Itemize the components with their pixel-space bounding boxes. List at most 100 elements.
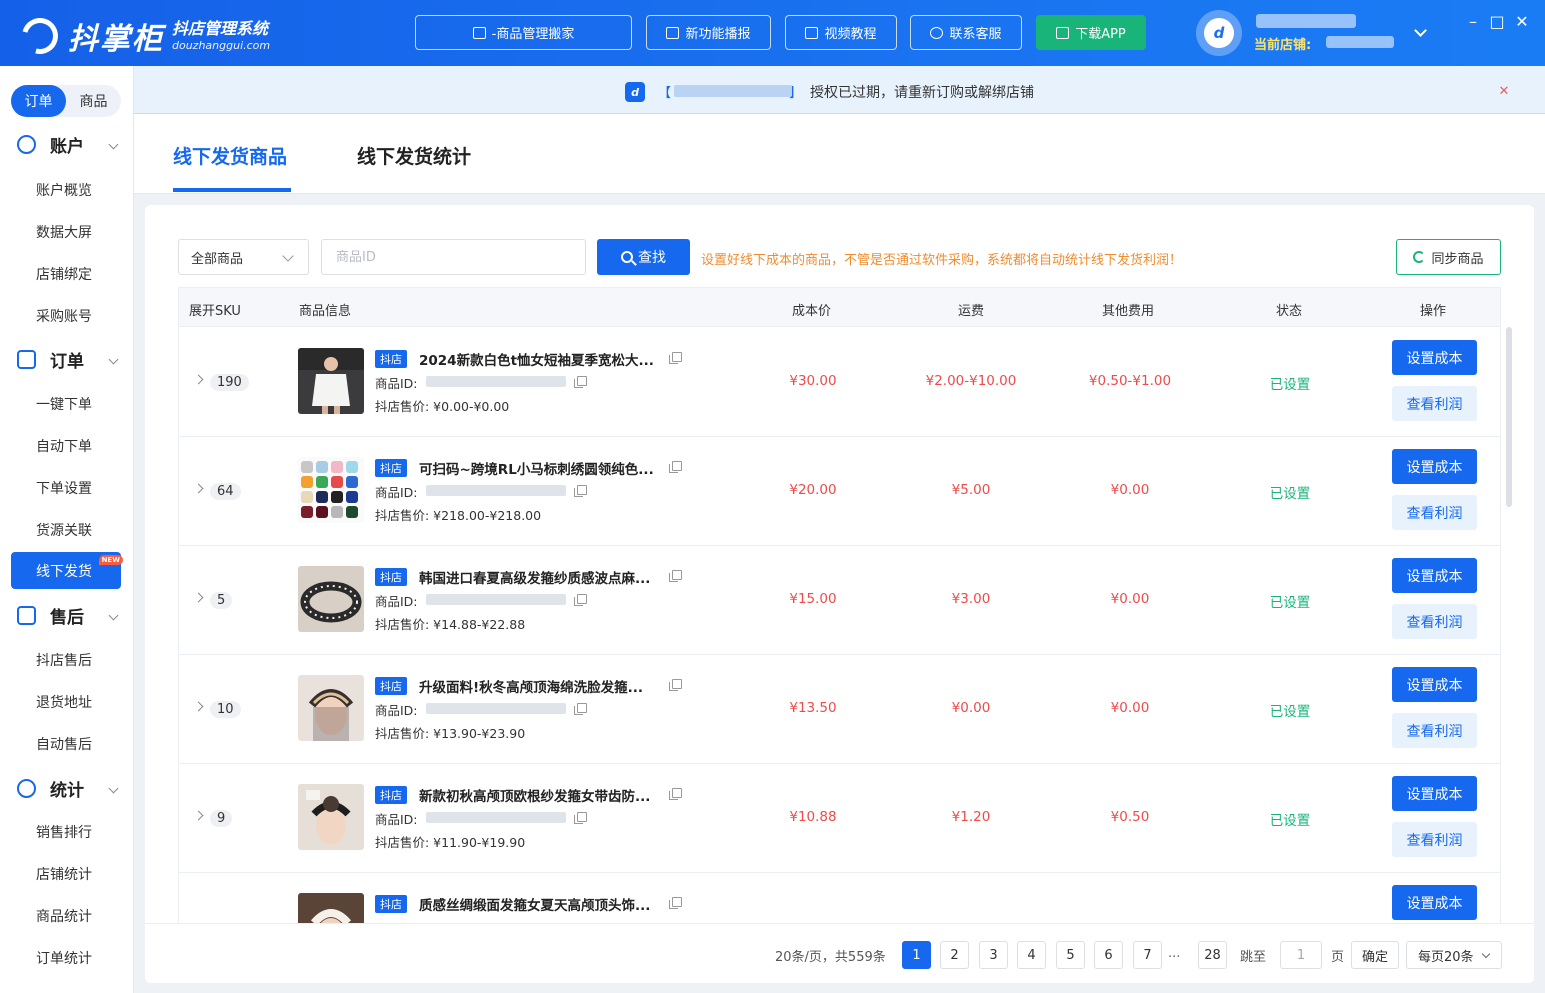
copy-icon[interactable] <box>574 703 587 715</box>
status-badge: 已设置 <box>1269 377 1311 393</box>
set-cost-button[interactable]: 设置成本 <box>1392 776 1477 811</box>
sidebar-item-return-address[interactable]: 退货地址 <box>36 692 92 712</box>
page-last[interactable]: 28 <box>1198 941 1227 969</box>
copy-icon[interactable] <box>669 461 682 473</box>
sidebar-item-data-screen[interactable]: 数据大屏 <box>36 222 92 242</box>
view-profit-button[interactable]: 查看利润 <box>1392 604 1477 639</box>
page-7[interactable]: 7 <box>1133 941 1162 969</box>
view-profit-button[interactable]: 查看利润 <box>1392 822 1477 857</box>
sidebar-item-shop-after-sales[interactable]: 抖店售后 <box>36 650 92 670</box>
shop-price: 抖店售价: ¥11.90-¥19.90 <box>375 835 526 850</box>
product-id-label: 商品ID: <box>375 485 418 500</box>
product-title[interactable]: 质感丝绸缎面发箍女夏天高颅顶头饰... <box>419 894 659 914</box>
product-title[interactable]: 升级面料!秋冬高颅顶海绵洗脸发箍... <box>419 676 659 696</box>
copy-icon[interactable] <box>574 485 587 497</box>
sidebar-section-after-sales[interactable]: 售后 <box>0 601 134 629</box>
new-features-button[interactable]: 新功能播报 <box>646 15 771 50</box>
sidebar-item-auto-after-sales[interactable]: 自动售后 <box>36 734 92 754</box>
maximize-icon[interactable]: □ <box>1488 12 1506 31</box>
table-row: 10 抖店 升级面料!秋冬高颅顶海绵洗脸发箍... 商品ID: 抖店售价: ¥1… <box>179 654 1500 764</box>
set-cost-button[interactable]: 设置成本 <box>1392 667 1477 702</box>
sidebar-section-statistics[interactable]: 统计 <box>0 774 134 802</box>
product-title[interactable]: 可扫码~跨境RL小马标刺绣圆领纯色... <box>419 458 659 478</box>
sidebar-item-sales-ranking[interactable]: 销售排行 <box>36 822 92 842</box>
set-cost-button[interactable]: 设置成本 <box>1392 449 1477 484</box>
copy-icon[interactable] <box>669 352 682 364</box>
contact-support-button[interactable]: 联系客服 <box>910 15 1022 50</box>
sidebar-item-product-stats[interactable]: 商品统计 <box>36 906 92 926</box>
close-icon[interactable]: ✕ <box>1513 12 1531 31</box>
sync-products-button[interactable]: 同步商品 <box>1396 239 1501 275</box>
sidebar-item-shop-stats[interactable]: 店铺统计 <box>36 864 92 884</box>
sidebar-item-offline-shipping[interactable]: 线下发货 NEW <box>11 552 123 589</box>
expand-chevron-icon[interactable] <box>193 810 204 821</box>
product-title[interactable]: 新款初秋高颅顶欧根纱发箍女带齿防... <box>419 785 659 805</box>
tab-offline-stats[interactable]: 线下发货统计 <box>357 142 471 169</box>
cost-price: ¥15.00 <box>789 591 837 607</box>
page-3[interactable]: 3 <box>979 941 1008 969</box>
tab-offline-products[interactable]: 线下发货商品 <box>173 142 287 169</box>
sidebar-section-orders[interactable]: 订单 <box>0 345 134 373</box>
sku-count: 190 <box>210 374 249 391</box>
product-id-input[interactable] <box>321 239 586 275</box>
page-4[interactable]: 4 <box>1017 941 1046 969</box>
table-scrollbar[interactable] <box>1506 327 1512 507</box>
view-profit-button[interactable]: 查看利润 <box>1392 495 1477 530</box>
sidebar-item-account-overview[interactable]: 账户概览 <box>36 180 92 200</box>
product-id-masked <box>426 376 566 387</box>
product-thumbnail <box>298 675 364 741</box>
view-profit-button[interactable]: 查看利润 <box>1392 713 1477 748</box>
product-title[interactable]: 2024新款白色t恤女短袖夏季宽松大... <box>419 349 659 369</box>
user-menu-chevron-icon[interactable] <box>1414 24 1427 37</box>
page-6[interactable]: 6 <box>1094 941 1123 969</box>
user-phone-masked <box>1256 14 1356 28</box>
jump-page-input[interactable] <box>1280 941 1322 969</box>
set-cost-button[interactable]: 设置成本 <box>1392 558 1477 593</box>
product-title[interactable]: 韩国进口春夏高级发箍纱质感波点麻... <box>419 567 659 587</box>
page-ellipsis: ... <box>1168 946 1181 961</box>
sidebar-item-purchase-account[interactable]: 采购账号 <box>36 306 92 326</box>
table-body: 190 抖店 2024新款白色t恤女短袖夏季宽松大... 商品ID: 抖店售价:… <box>178 327 1501 923</box>
table-row: 抖店 质感丝绸缎面发箍女夏天高颅顶头饰... 设置成本 <box>179 872 1500 923</box>
page-5[interactable]: 5 <box>1056 941 1085 969</box>
sidebar-item-auto-order[interactable]: 自动下单 <box>36 436 92 456</box>
set-cost-button[interactable]: 设置成本 <box>1392 885 1477 920</box>
page-1[interactable]: 1 <box>902 941 931 969</box>
segment-orders[interactable]: 订单 <box>11 85 66 117</box>
auth-notice-bar: d 【】 授权已过期，请重新订购或解绑店铺 ✕ <box>134 66 1545 114</box>
video-tutorial-button[interactable]: 视频教程 <box>785 15 897 50</box>
expand-chevron-icon[interactable] <box>193 701 204 712</box>
copy-icon[interactable] <box>574 594 587 606</box>
sidebar-section-account[interactable]: 账户 <box>0 130 134 158</box>
product-filter-select[interactable]: 全部商品 <box>178 239 309 275</box>
avatar[interactable]: d <box>1196 10 1242 56</box>
copy-icon[interactable] <box>669 679 682 691</box>
other-fees: ¥0.50-¥1.00 <box>1088 373 1172 389</box>
close-icon[interactable]: ✕ <box>1496 83 1512 99</box>
copy-icon[interactable] <box>669 897 682 909</box>
copy-icon[interactable] <box>574 812 587 824</box>
page-2[interactable]: 2 <box>940 941 969 969</box>
sidebar-item-order-stats[interactable]: 订单统计 <box>36 948 92 968</box>
search-button[interactable]: 查找 <box>597 239 690 275</box>
expand-chevron-icon[interactable] <box>193 374 204 385</box>
shop-move-button[interactable]: -商品管理搬家 <box>415 15 632 50</box>
sidebar-item-source-link[interactable]: 货源关联 <box>36 520 92 540</box>
page-size-select[interactable]: 每页20条 <box>1406 941 1502 969</box>
sidebar-item-one-click-order[interactable]: 一键下单 <box>36 394 92 414</box>
col-actions: 操作 <box>1420 304 1447 319</box>
sidebar-item-shop-binding[interactable]: 店铺绑定 <box>36 264 92 284</box>
set-cost-button[interactable]: 设置成本 <box>1392 340 1477 375</box>
copy-icon[interactable] <box>574 376 587 388</box>
minimize-icon[interactable]: – <box>1464 12 1482 31</box>
segment-products[interactable]: 商品 <box>66 85 121 117</box>
copy-icon[interactable] <box>669 570 682 582</box>
expand-chevron-icon[interactable] <box>193 592 204 603</box>
copy-icon[interactable] <box>669 788 682 800</box>
jump-confirm-button[interactable]: 确定 <box>1351 941 1399 969</box>
view-profit-button[interactable]: 查看利润 <box>1392 386 1477 421</box>
sidebar-item-order-settings[interactable]: 下单设置 <box>36 478 92 498</box>
download-app-button[interactable]: 下载APP <box>1036 15 1146 50</box>
expand-chevron-icon[interactable] <box>193 483 204 494</box>
page-unit-label: 页 <box>1331 950 1345 965</box>
